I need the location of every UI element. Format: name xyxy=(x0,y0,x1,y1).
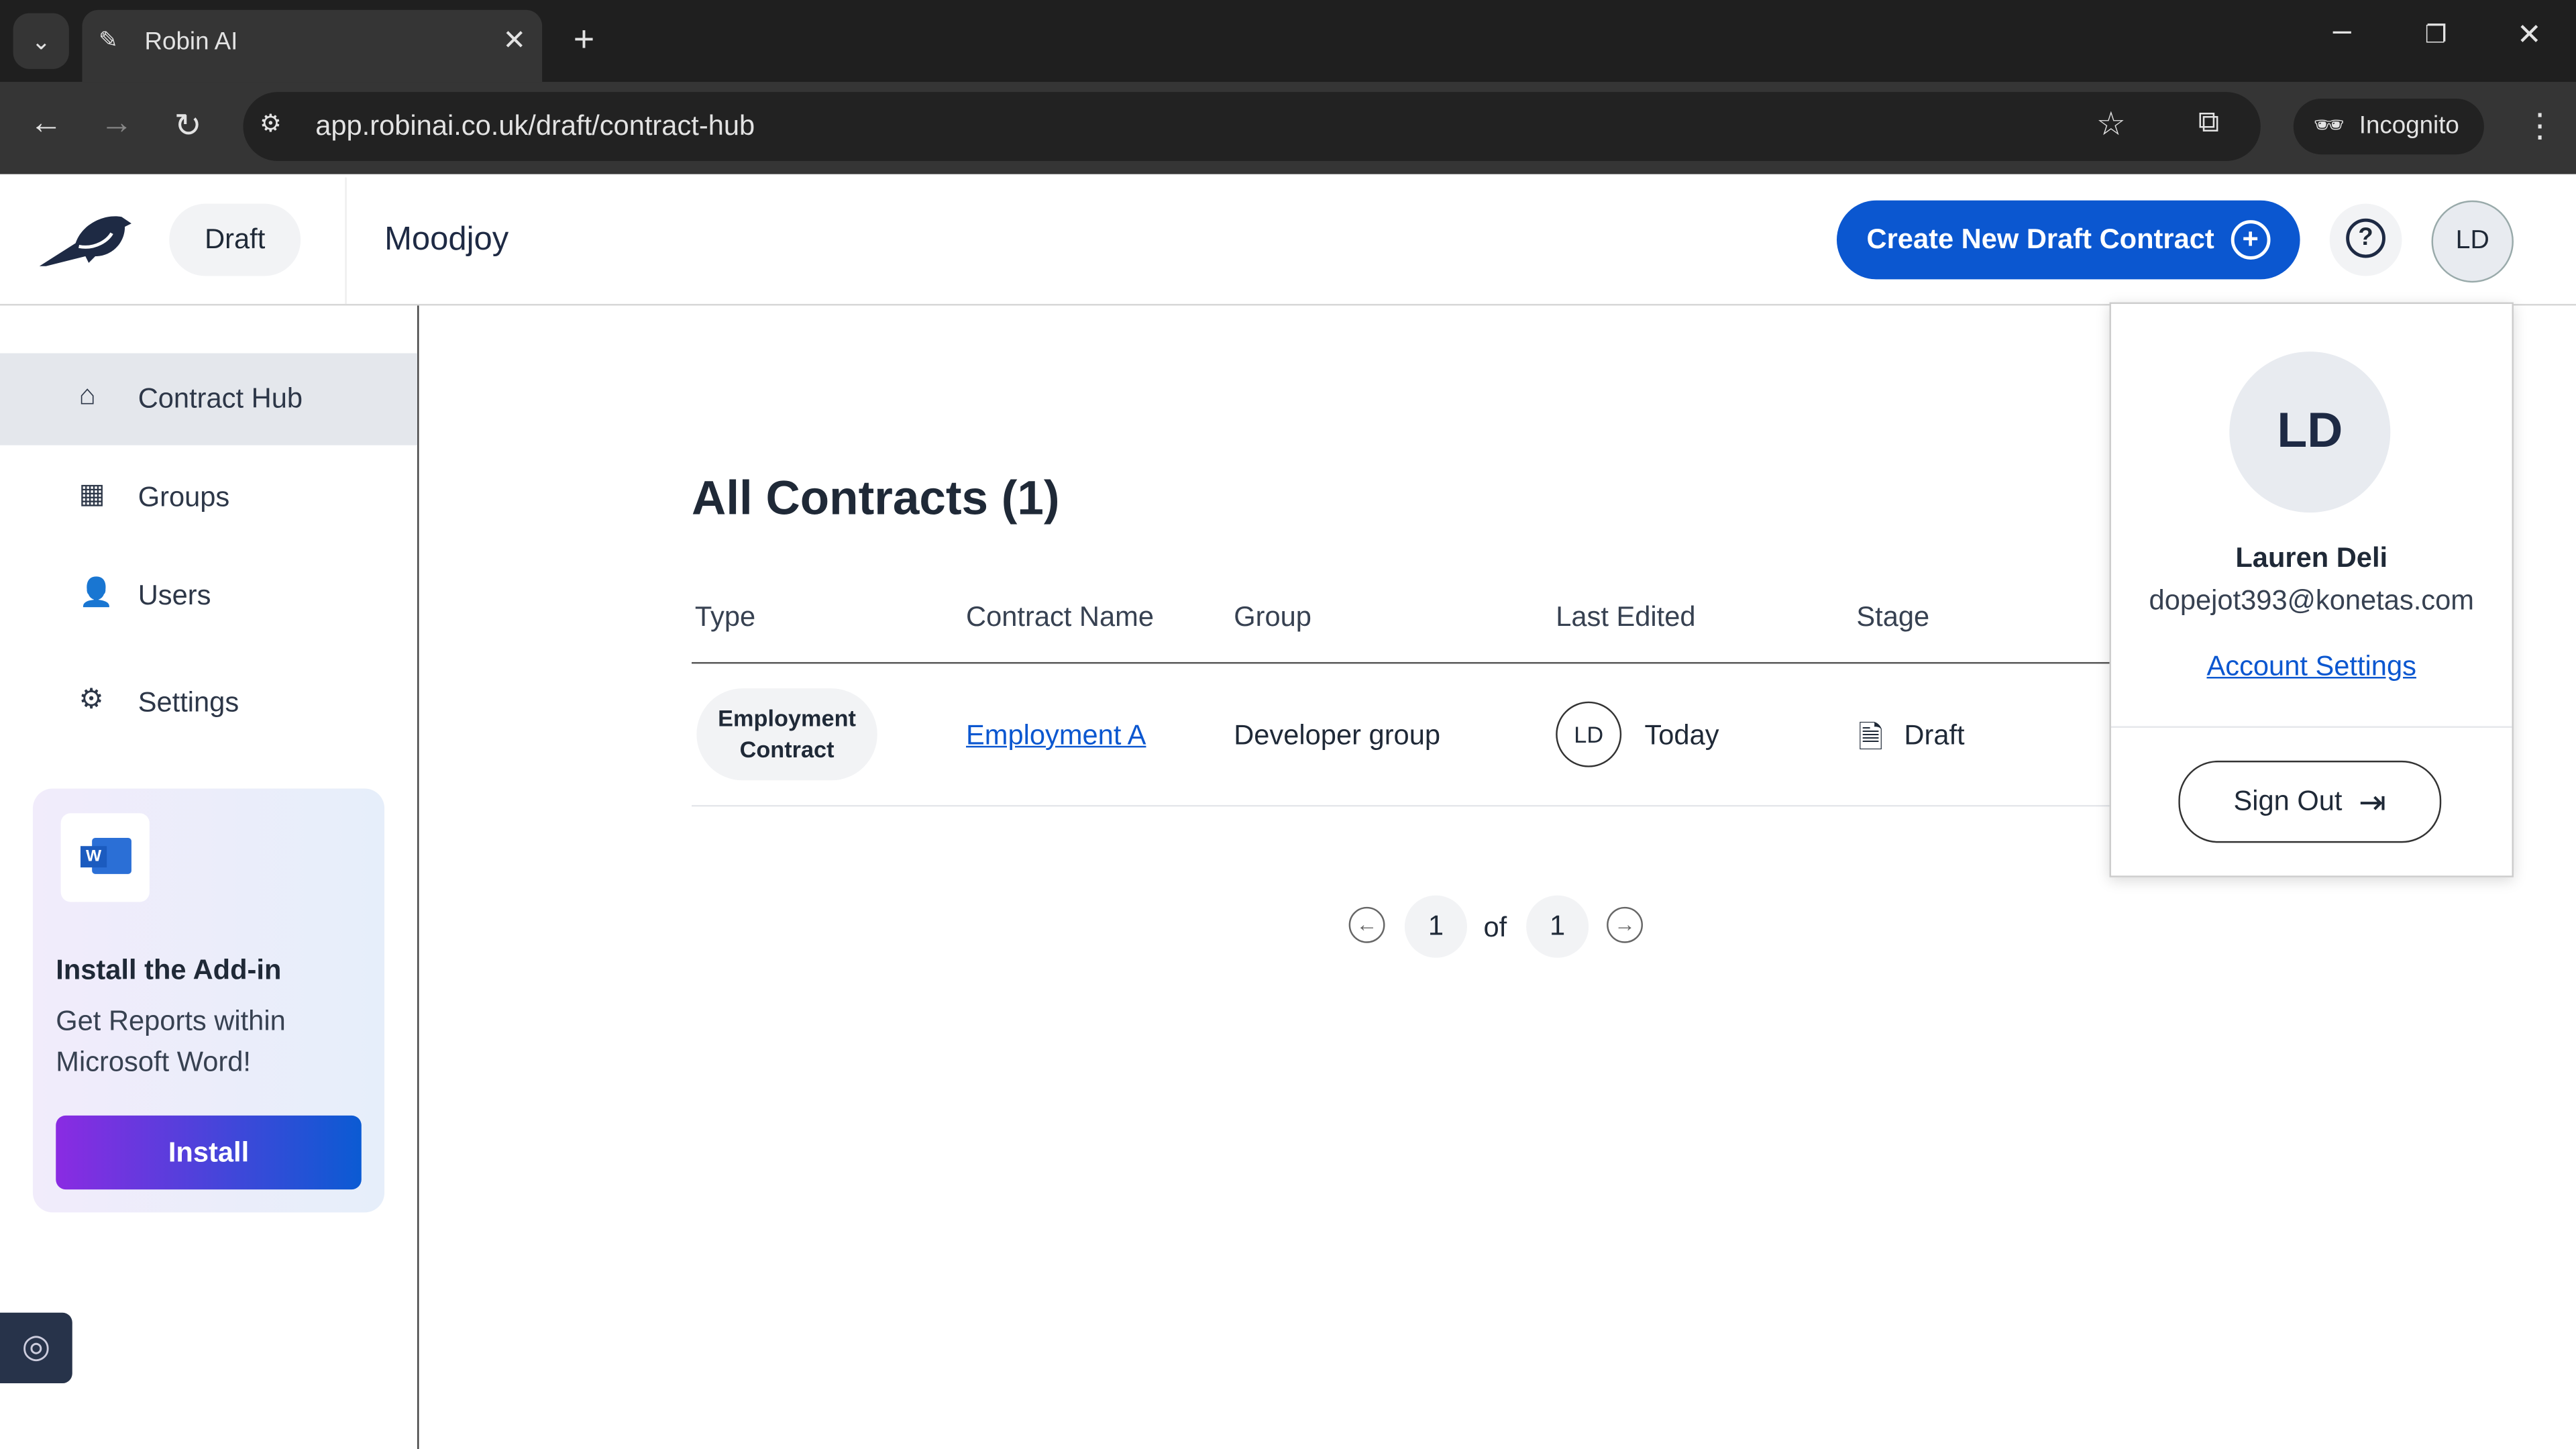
sidebar-item-label: Settings xyxy=(138,686,239,718)
sidebar-item-groups[interactable]: ▦ Groups xyxy=(0,451,417,543)
addin-promo-card: W Install the Add-in Get Reports within … xyxy=(32,788,385,1213)
previous-page-button[interactable]: ← xyxy=(1348,906,1385,943)
addin-description-line2: Microsoft Word! xyxy=(56,1046,252,1078)
profile-menu: LD Lauren Deli dopejot393@konetas.com Ac… xyxy=(2109,302,2514,877)
restore-icon[interactable]: ❐ xyxy=(2425,19,2447,50)
profile-avatar: LD xyxy=(2229,352,2391,513)
column-header-group[interactable]: Group xyxy=(1234,601,1311,634)
pagination-of: of xyxy=(1483,912,1507,943)
grid-icon: ▦ xyxy=(78,478,105,510)
group-cell: Developer group xyxy=(1234,719,1441,751)
account-settings-link[interactable]: Account Settings xyxy=(2111,651,2512,684)
plus-circle-icon: + xyxy=(2231,220,2271,260)
robin-logo-icon[interactable] xyxy=(39,210,138,269)
sidebar-item-settings[interactable]: ⚙ Settings xyxy=(0,657,417,749)
home-icon: ⌂ xyxy=(78,379,96,411)
type-line1: Employment xyxy=(718,704,856,731)
profile-email: dopejot393@konetas.com xyxy=(2149,584,2474,616)
back-icon[interactable]: ← xyxy=(30,105,62,143)
user-avatar-button[interactable]: LD xyxy=(2431,200,2514,283)
total-pages: 1 xyxy=(1526,895,1589,958)
next-page-button[interactable]: → xyxy=(1607,906,1643,943)
new-tab-icon[interactable]: + xyxy=(574,18,594,61)
workspace-name: Moodjoy xyxy=(384,221,509,258)
word-icon: W xyxy=(60,813,150,902)
browser-tab[interactable]: ✎ Robin AI ✕ xyxy=(82,9,543,83)
document-icon: 🗎 xyxy=(1858,721,1884,756)
user-icon: 👤 xyxy=(78,576,114,608)
contract-name-link[interactable]: Employment A xyxy=(966,720,1146,753)
addin-description-line1: Get Reports within xyxy=(56,1005,286,1037)
support-lifebuoy-button[interactable]: ◎ xyxy=(0,1312,72,1384)
sidebar-item-users[interactable]: 👤 Users xyxy=(0,550,417,642)
last-edited-cell: Today xyxy=(1644,719,1719,751)
sign-out-icon: ⇥ xyxy=(2358,784,2387,821)
reload-icon[interactable]: ↻ xyxy=(174,105,202,146)
addin-title: Install the Add-in xyxy=(56,954,282,986)
close-tab-icon[interactable]: ✕ xyxy=(502,25,526,58)
stage-cell: Draft xyxy=(1904,719,1965,751)
forward-icon[interactable]: → xyxy=(100,105,133,143)
incognito-icon: 🕶 xyxy=(2313,111,2345,140)
url-text[interactable]: app.robinai.co.uk/draft/contract-hub xyxy=(315,110,755,143)
column-header-last-edited[interactable]: Last Edited xyxy=(1556,601,1695,634)
extensions-icon[interactable]: ⧉ xyxy=(2198,105,2219,140)
create-draft-contract-button[interactable]: Create New Draft Contract + xyxy=(1836,200,2300,280)
tab-search-button[interactable]: ⌄ xyxy=(13,13,69,69)
gear-icon: ⚙ xyxy=(78,683,104,715)
contract-type-badge: Employment Contract xyxy=(696,688,877,781)
lifebuoy-icon: ◎ xyxy=(21,1329,51,1366)
page-title: All Contracts (1) xyxy=(692,473,1060,526)
sidebar-item-label: Users xyxy=(138,580,211,612)
incognito-label: Incognito xyxy=(2359,111,2459,140)
create-button-label: Create New Draft Contract xyxy=(1866,223,2214,255)
minimize-icon[interactable]: – xyxy=(2333,13,2351,51)
type-line2: Contract xyxy=(739,736,835,763)
incognito-badge[interactable]: 🕶 Incognito xyxy=(2293,98,2484,155)
sidebar-item-contract-hub[interactable]: ⌂ Contract Hub xyxy=(0,353,418,445)
column-header-contract-name[interactable]: Contract Name xyxy=(966,601,1154,634)
help-icon: ? xyxy=(2346,218,2385,258)
close-window-icon[interactable]: ✕ xyxy=(2517,18,2542,52)
sign-out-label: Sign Out xyxy=(2233,785,2343,817)
column-header-stage[interactable]: Stage xyxy=(1856,601,1929,634)
sidebar-item-label: Contract Hub xyxy=(138,382,303,415)
help-button[interactable]: ? xyxy=(2329,203,2402,276)
sidebar-item-label: Groups xyxy=(138,481,230,513)
robin-favicon-icon: ✎ xyxy=(98,26,118,53)
menu-divider xyxy=(2110,726,2512,728)
browser-menu-icon[interactable]: ⋮ xyxy=(2524,105,2557,146)
profile-name: Lauren Deli xyxy=(2235,542,2388,574)
column-header-type[interactable]: Type xyxy=(695,601,755,634)
header-divider xyxy=(345,177,347,305)
product-switcher[interactable]: Draft xyxy=(169,203,301,276)
install-addin-button[interactable]: Install xyxy=(56,1115,362,1190)
bookmark-star-icon[interactable]: ☆ xyxy=(2096,103,2126,144)
current-page[interactable]: 1 xyxy=(1404,895,1467,958)
tab-title: Robin AI xyxy=(144,28,238,56)
site-info-icon[interactable]: ⚙ xyxy=(260,109,282,138)
address-bar[interactable]: ⚙ app.robinai.co.uk/draft/contract-hub ☆ xyxy=(243,92,2261,162)
sign-out-button[interactable]: Sign Out ⇥ xyxy=(2178,760,2442,843)
table-row[interactable]: Employment Contract Employment A Develope… xyxy=(692,663,2111,807)
editor-avatar: LD xyxy=(1556,701,1622,767)
